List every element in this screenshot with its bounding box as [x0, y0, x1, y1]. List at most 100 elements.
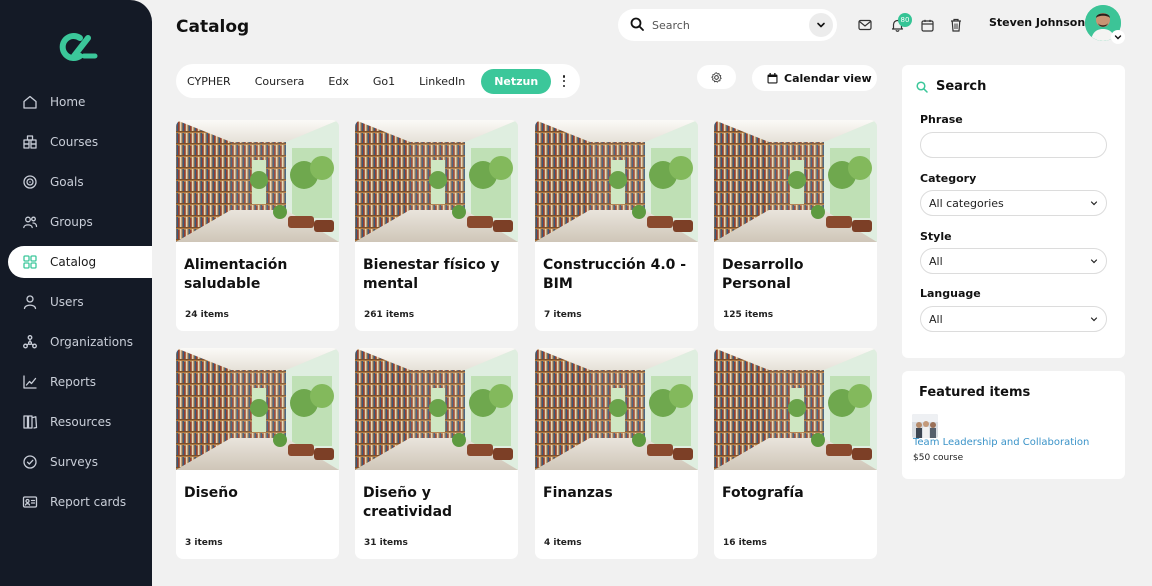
report-cards-icon [22, 494, 38, 510]
catalog-card[interactable]: Diseño 3 items [176, 348, 339, 559]
sidebar-item-surveys[interactable]: Surveys [8, 446, 152, 478]
sidebar-item-report-cards[interactable]: Report cards [8, 486, 152, 518]
surveys-icon [22, 454, 38, 470]
courses-icon [22, 134, 38, 150]
chevron-down-icon [1090, 199, 1098, 207]
card-item-count: 31 items [364, 538, 408, 548]
sidebar-item-groups[interactable]: Groups [8, 206, 152, 238]
tab-go1[interactable]: Go1 [373, 75, 395, 88]
logo-mark[interactable] [54, 32, 98, 62]
card-image [355, 348, 518, 470]
home-icon [22, 94, 38, 110]
card-title: Diseño [184, 485, 238, 501]
language-select[interactable]: All [920, 306, 1107, 332]
featured-item-meta: $50 course [913, 453, 964, 463]
card-title: Fotografía [722, 485, 804, 501]
category-select[interactable]: All categories [920, 190, 1107, 216]
groups-icon [22, 214, 38, 230]
catalog-card[interactable]: Desarrollo Personal 125 items [714, 120, 877, 331]
featured-thumbnail[interactable] [912, 414, 938, 438]
card-title: Alimentación saludable [184, 257, 288, 292]
search-panel-title: Search [936, 79, 987, 94]
sidebar-nav: Home Courses Goals Groups Catalog Users Organi… [8, 86, 152, 526]
organizations-icon [22, 334, 38, 350]
tab-cypher[interactable]: CYPHER [187, 75, 231, 88]
catalog-card[interactable]: Construcción 4.0 - BIM 7 items [535, 120, 698, 331]
sidebar-item-courses[interactable]: Courses [8, 126, 152, 158]
card-title: Desarrollo Personal [722, 257, 804, 292]
card-title: Construcción 4.0 - BIM [543, 257, 687, 292]
tab-linkedin[interactable]: LinkedIn [419, 75, 465, 88]
more-options-icon[interactable] [559, 75, 569, 87]
calendar-icon [767, 72, 778, 84]
search-input[interactable] [652, 18, 792, 32]
sidebar-item-label: Courses [50, 135, 99, 149]
search-icon [630, 16, 644, 35]
search-icon [916, 80, 928, 93]
sidebar-item-goals[interactable]: Goals [8, 166, 152, 198]
card-title: Finanzas [543, 485, 613, 501]
sidebar-item-resources[interactable]: Resources [8, 406, 152, 438]
card-title: Bienestar físico y mental [363, 257, 500, 292]
settings-button[interactable] [697, 65, 736, 89]
catalog-card[interactable]: Diseño y creatividad 31 items [355, 348, 518, 559]
page-title: Catalog [176, 17, 250, 37]
sidebar-item-catalog[interactable]: Catalog [8, 246, 152, 278]
calendar-view-button[interactable]: Calendar view [752, 65, 877, 91]
catalog-card[interactable]: Bienestar físico y mental 261 items [355, 120, 518, 331]
sidebar: Home Courses Goals Groups Catalog Users Organi… [0, 0, 152, 586]
sidebar-item-label: Home [50, 95, 86, 109]
reports-icon [22, 374, 38, 390]
catalog-card[interactable]: Fotografía 16 items [714, 348, 877, 559]
chevron-down-icon[interactable] [1111, 30, 1125, 44]
sidebar-item-label: Organizations [50, 335, 133, 349]
card-item-count: 24 items [185, 310, 229, 320]
gear-icon [711, 68, 722, 87]
style-value: All [929, 254, 943, 268]
featured-title: Featured items [919, 385, 1031, 400]
sidebar-item-label: Surveys [50, 455, 98, 469]
sidebar-item-label: Groups [50, 215, 93, 229]
chevron-down-icon[interactable] [809, 13, 833, 37]
mail-icon[interactable] [857, 17, 873, 33]
card-item-count: 7 items [544, 310, 582, 320]
sidebar-item-label: Goals [50, 175, 84, 189]
sidebar-item-label: Users [50, 295, 84, 309]
card-image [714, 120, 877, 242]
card-item-count: 261 items [364, 310, 415, 320]
user-icon [22, 294, 38, 310]
provider-tabs: CYPHER Coursera Edx Go1 LinkedIn Netzun [176, 64, 580, 98]
sidebar-item-label: Resources [50, 415, 112, 429]
user-name[interactable]: Steven Johnson [989, 16, 1085, 29]
global-search[interactable] [618, 9, 837, 41]
notification-badge: 80 [898, 13, 912, 27]
tab-netzun[interactable]: Netzun [481, 68, 552, 94]
card-item-count: 4 items [544, 538, 582, 548]
catalog-icon [22, 254, 38, 270]
catalog-card[interactable]: Alimentación saludable 24 items [176, 120, 339, 331]
card-image [535, 348, 698, 470]
featured-item-link[interactable]: Team Leadership and Collaboration [913, 437, 1089, 448]
resources-icon [22, 414, 38, 430]
phrase-input[interactable] [920, 132, 1107, 158]
style-select[interactable]: All [920, 248, 1107, 274]
sidebar-item-organizations[interactable]: Organizations [8, 326, 152, 358]
calendar-icon[interactable] [919, 17, 935, 33]
card-item-count: 125 items [723, 310, 774, 320]
tab-coursera[interactable]: Coursera [255, 75, 305, 88]
card-item-count: 3 items [185, 538, 223, 548]
card-image [355, 120, 518, 242]
sidebar-item-home[interactable]: Home [8, 86, 152, 118]
card-image [714, 348, 877, 470]
sidebar-item-label: Report cards [50, 495, 127, 509]
catalog-card[interactable]: Finanzas 4 items [535, 348, 698, 559]
language-label: Language [920, 287, 981, 300]
card-image [535, 120, 698, 242]
card-image [176, 120, 339, 242]
language-value: All [929, 312, 943, 326]
sidebar-item-users[interactable]: Users [8, 286, 152, 318]
tab-edx[interactable]: Edx [328, 75, 348, 88]
search-panel-header: Search [916, 79, 986, 94]
sidebar-item-reports[interactable]: Reports [8, 366, 152, 398]
trash-icon[interactable] [948, 17, 964, 33]
